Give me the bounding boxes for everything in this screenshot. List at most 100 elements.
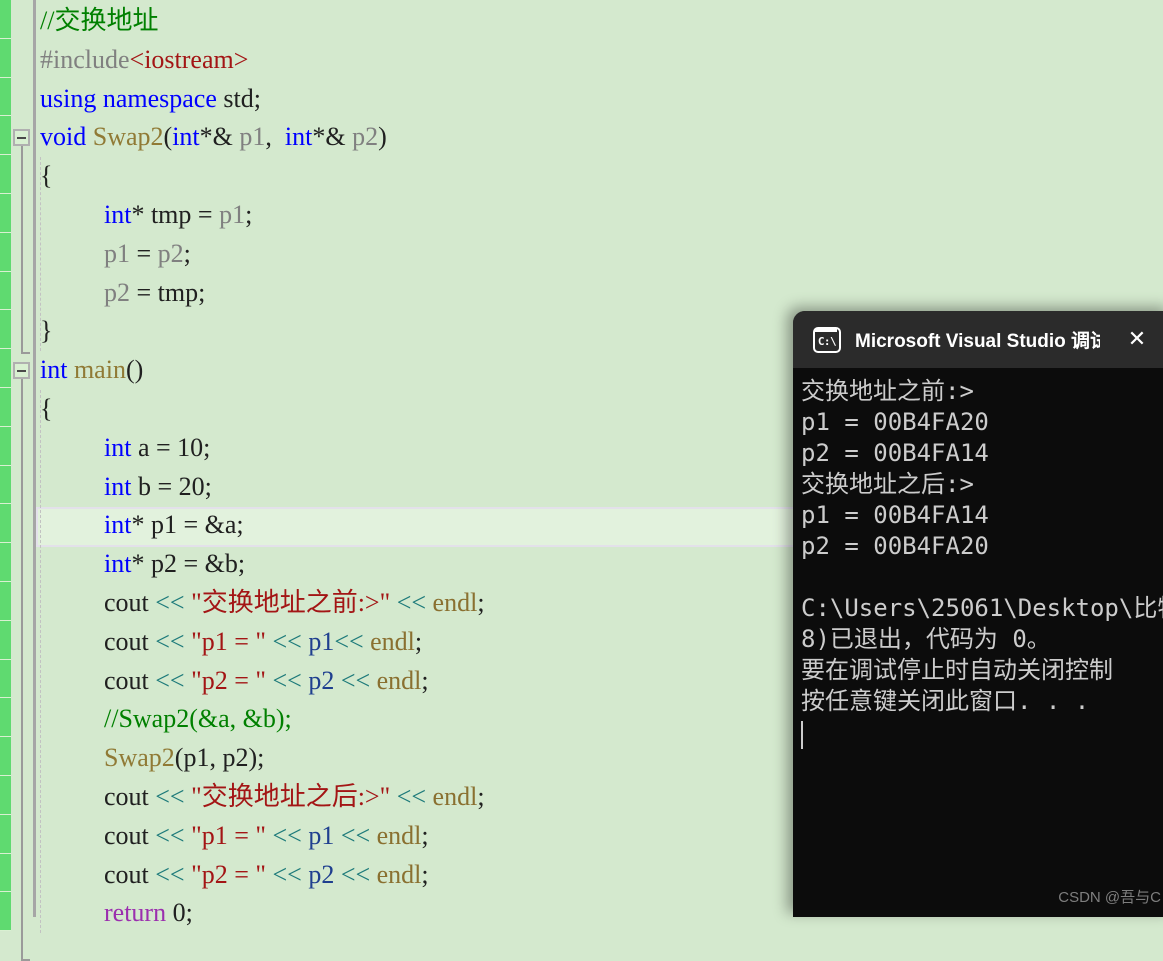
- code-token: p1: [219, 200, 246, 229]
- code-token: endl: [376, 859, 422, 889]
- code-token: ;: [245, 200, 253, 229]
- code-token: * tmp =: [131, 200, 220, 229]
- code-token: <<: [340, 820, 371, 850]
- code-token: 10: [177, 432, 204, 462]
- code-token: <<: [396, 588, 427, 617]
- code-token: <<: [155, 588, 185, 617]
- code-token: tmp: [157, 277, 199, 307]
- code-token: cout: [104, 782, 156, 811]
- code-token: std;: [216, 83, 261, 113]
- code-token: (p1, p2);: [174, 743, 265, 773]
- code-line[interactable]: {: [36, 157, 1163, 196]
- close-icon[interactable]: ✕: [1123, 325, 1151, 353]
- code-token: ;: [421, 665, 429, 695]
- code-token: <<: [272, 859, 302, 889]
- code-token: p1: [308, 626, 335, 656]
- code-token: //Swap2(&a, &b);: [104, 704, 292, 734]
- code-token: <<: [272, 626, 302, 656]
- console-line: p2 = 00B4FA14: [801, 439, 989, 467]
- code-token: * p2 = &b;: [131, 549, 246, 579]
- console-line: 要在调试停止时自动关闭控制: [801, 656, 1113, 684]
- console-line: 按任意键关闭此窗口. . .: [801, 687, 1090, 715]
- console-line: C:\Users\25061\Desktop\比特: [801, 594, 1163, 622]
- code-line[interactable]: p1 = p2;: [36, 235, 1163, 274]
- console-titlebar[interactable]: C:\ Microsoft Visual Studio 调试控 ✕: [793, 311, 1163, 368]
- code-token: <<: [155, 782, 185, 811]
- code-token: (: [163, 122, 173, 152]
- code-token: {: [40, 394, 53, 423]
- code-token: cout: [104, 820, 156, 850]
- code-token: "p1 = ": [184, 626, 273, 656]
- cmd-icon-text: C:\: [817, 334, 837, 348]
- console-line: 8)已退出，代码为 0。: [801, 625, 1051, 653]
- code-token: int: [104, 200, 132, 229]
- code-token: p2: [104, 277, 130, 307]
- code-token: 20: [178, 471, 205, 501]
- code-line[interactable]: using namespace std;: [36, 80, 1163, 119]
- code-token: Swap2: [92, 122, 164, 152]
- code-token: "p2 = ": [184, 665, 273, 695]
- code-token: <<: [155, 626, 185, 656]
- indent-guide: [40, 157, 41, 352]
- code-token: <<: [334, 626, 364, 656]
- code-token: <<: [340, 859, 371, 889]
- code-line[interactable]: p2 = tmp;: [36, 274, 1163, 313]
- code-token: ;: [421, 820, 429, 850]
- code-token: "p2 = ": [184, 859, 273, 889]
- code-token: {: [40, 161, 53, 191]
- code-token: using namespace: [40, 83, 217, 113]
- code-token: //交换地址: [40, 6, 159, 35]
- code-line[interactable]: //交换地址: [36, 2, 1163, 41]
- code-token: ,: [265, 122, 285, 152]
- code-token: int: [40, 355, 68, 385]
- code-token: ;: [204, 471, 212, 501]
- code-token: cout: [104, 588, 156, 617]
- code-token: <<: [155, 859, 185, 889]
- console-line: p1 = 00B4FA20: [801, 408, 989, 436]
- code-token: int: [104, 510, 132, 540]
- code-token: <<: [155, 665, 185, 695]
- code-line[interactable]: void Swap2(int*& p1, int*& p2): [36, 118, 1163, 157]
- code-token: 0;: [166, 898, 193, 928]
- code-token: endl: [432, 588, 478, 617]
- code-token: =: [130, 238, 158, 268]
- code-token: p1: [308, 820, 335, 850]
- code-token: ;: [203, 432, 211, 462]
- code-token: "交换地址之后:>": [184, 782, 397, 811]
- code-token: }: [40, 316, 53, 346]
- code-token: <<: [155, 820, 185, 850]
- code-token: endl: [376, 665, 422, 695]
- console-line: 交换地址之前:>: [801, 377, 974, 405]
- code-token: int: [104, 549, 132, 579]
- code-token: cout: [104, 665, 156, 695]
- code-token: *&: [312, 122, 353, 152]
- console-line: p2 = 00B4FA20: [801, 532, 989, 560]
- code-token: ;: [477, 782, 485, 811]
- code-token: ): [378, 122, 387, 152]
- code-token: int: [104, 432, 132, 462]
- console-line: p1 = 00B4FA14: [801, 501, 989, 529]
- indent-guide: [40, 390, 41, 934]
- code-token: cout: [104, 626, 156, 656]
- console-caret: [801, 721, 803, 749]
- console-title: Microsoft Visual Studio 调试控: [855, 331, 1100, 352]
- console-window[interactable]: C:\ Microsoft Visual Studio 调试控 ✕ 交换地址之前…: [793, 311, 1163, 917]
- code-token: *&: [199, 122, 240, 152]
- code-token: return: [104, 898, 167, 928]
- code-token: ;: [477, 588, 485, 617]
- code-token: Swap2: [104, 743, 175, 773]
- code-token: int: [104, 471, 132, 501]
- code-token: "p1 = ": [184, 820, 273, 850]
- code-token: p2: [352, 122, 379, 152]
- code-token: p2: [308, 859, 335, 889]
- code-token: p1: [104, 238, 130, 268]
- console-line: 交换地址之后:>: [801, 470, 974, 498]
- code-token: <<: [272, 820, 302, 850]
- code-line[interactable]: #include<iostream>: [36, 41, 1163, 80]
- code-token: =: [130, 277, 158, 307]
- code-token: p2: [157, 238, 184, 268]
- console-output[interactable]: 交换地址之前:> p1 = 00B4FA20 p2 = 00B4FA14 交换地址之后…: [793, 368, 1163, 917]
- code-token: (): [125, 355, 144, 385]
- code-line[interactable]: int* tmp = p1;: [36, 196, 1163, 235]
- code-token: <iostream>: [129, 44, 249, 74]
